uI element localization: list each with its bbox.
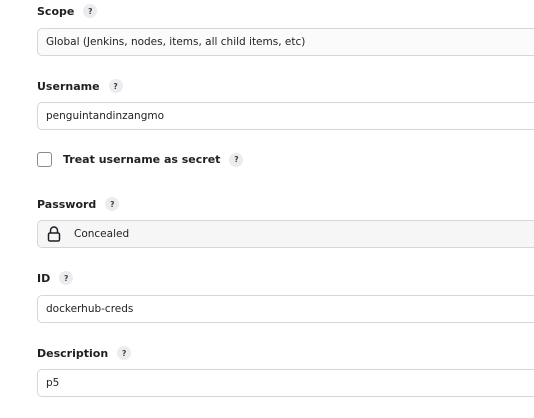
scope-select[interactable]: Global (Jenkins, nodes, items, all child… xyxy=(37,28,534,56)
scope-help-icon[interactable]: ? xyxy=(83,4,98,18)
id-label: ID xyxy=(37,271,51,285)
scope-select-value: Global (Jenkins, nodes, items, all child… xyxy=(46,36,306,48)
id-input-value: dockerhub-creds xyxy=(46,303,134,315)
secret-checkbox-label[interactable]: Treat username as secret xyxy=(63,153,220,166)
username-label: Username xyxy=(37,79,100,93)
password-concealed-field[interactable]: Concealed xyxy=(37,220,534,248)
description-label: Description xyxy=(37,346,109,360)
username-input[interactable]: penguintandinzangmo xyxy=(37,102,534,130)
username-help-icon[interactable]: ? xyxy=(108,79,123,93)
scope-label: Scope xyxy=(37,4,75,18)
password-help-icon[interactable]: ? xyxy=(105,197,120,211)
username-input-value: penguintandinzangmo xyxy=(46,110,165,122)
secret-help-icon[interactable]: ? xyxy=(229,152,244,167)
description-help-icon[interactable]: ? xyxy=(117,346,132,360)
lock-icon xyxy=(47,226,61,242)
secret-checkbox-row: Treat username as secret ? xyxy=(37,152,244,167)
password-concealed-text: Concealed xyxy=(74,228,130,240)
description-input-value: p5 xyxy=(46,377,60,389)
id-help-icon[interactable]: ? xyxy=(59,271,74,285)
password-label: Password xyxy=(37,197,97,211)
id-label-row: ID ? xyxy=(37,271,74,285)
id-input[interactable]: dockerhub-creds xyxy=(37,295,534,323)
description-input[interactable]: p5 xyxy=(37,369,534,397)
credentials-form: Scope ? Global (Jenkins, nodes, items, a… xyxy=(0,0,534,418)
password-label-row: Password ? xyxy=(37,197,120,211)
treat-username-as-secret-checkbox[interactable] xyxy=(37,152,52,167)
scope-label-row: Scope ? xyxy=(37,4,98,18)
username-label-row: Username ? xyxy=(37,79,123,93)
description-label-row: Description ? xyxy=(37,346,132,360)
